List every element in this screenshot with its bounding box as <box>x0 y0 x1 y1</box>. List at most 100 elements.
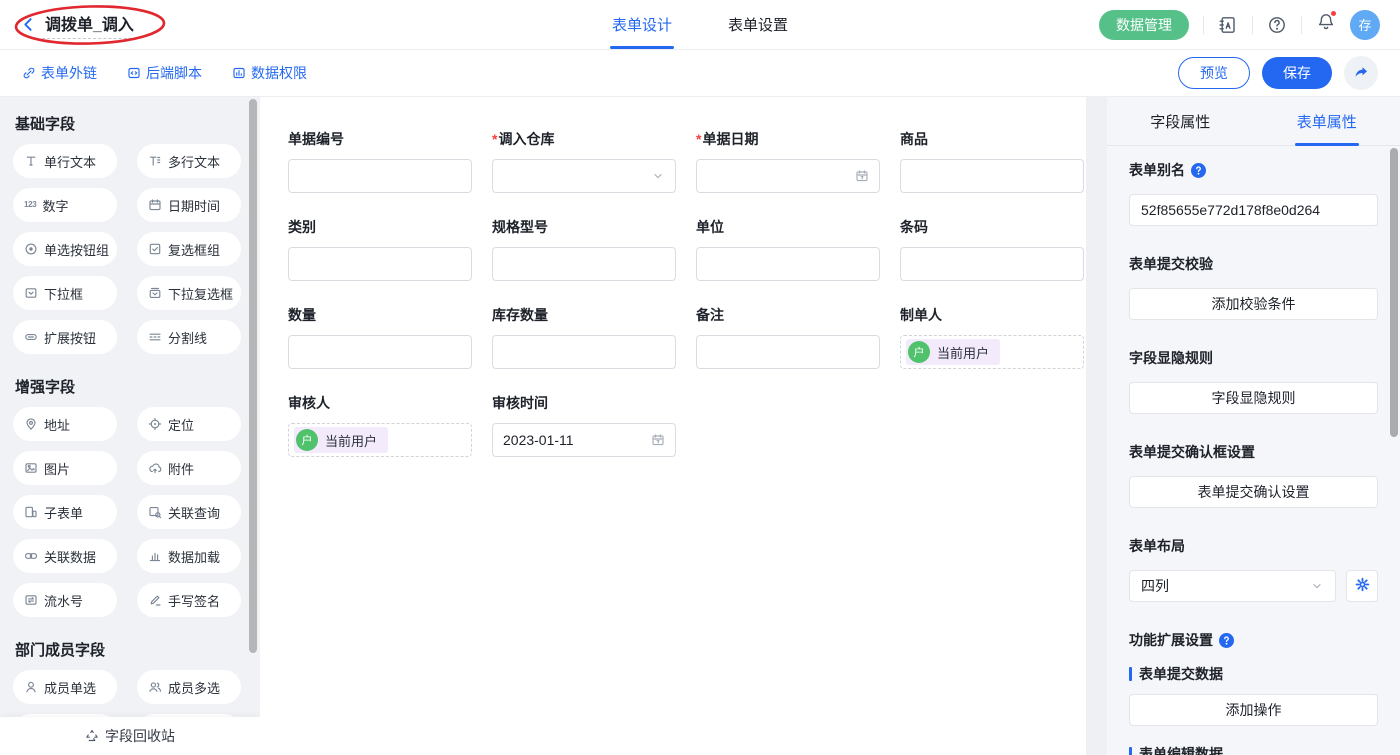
select-icon <box>24 286 38 300</box>
sidebar-item-rquery[interactable]: 关联查询 <box>137 495 241 529</box>
layout-settings-button[interactable] <box>1346 570 1378 602</box>
field-visibility-rules-button[interactable]: 字段显隐规则 <box>1129 382 1378 414</box>
sidebar-item-label: 成员单选 <box>44 678 96 697</box>
address-book-icon[interactable] <box>1218 15 1238 35</box>
blue-bar <box>1129 667 1132 681</box>
preview-button[interactable]: 预览 <box>1178 57 1250 89</box>
canvas-field[interactable]: 类别 <box>288 217 472 281</box>
field-date[interactable] <box>696 159 880 193</box>
sidebar-item-text[interactable]: 单行文本 <box>13 144 117 178</box>
sidebar-item-rdata[interactable]: 关联数据 <box>13 539 117 573</box>
page-title[interactable]: 调拨单_调入 <box>42 10 137 39</box>
field-input[interactable] <box>288 335 472 369</box>
sidebar-item-label: 关联查询 <box>168 503 220 522</box>
notification-bell-icon[interactable] <box>1316 12 1336 37</box>
sidebar-item-checkbox[interactable]: 复选框组 <box>137 232 241 266</box>
sidebar-item-calendar[interactable]: 日期时间 <box>137 188 241 222</box>
sidebar-scrollbar-thumb[interactable] <box>249 99 257 653</box>
sidebar-item-subform[interactable]: 子表单 <box>13 495 117 529</box>
notification-dot <box>1330 10 1337 17</box>
field-input[interactable] <box>492 335 676 369</box>
data-manage-button[interactable]: 数据管理 <box>1099 10 1189 40</box>
field-label: 数量 <box>288 305 472 325</box>
field-input[interactable] <box>900 159 1084 193</box>
panel-scrollbar-thumb[interactable] <box>1390 148 1398 437</box>
help-icon[interactable] <box>1191 163 1206 178</box>
tab-form-properties[interactable]: 表单属性 <box>1254 97 1400 145</box>
canvas-field[interactable]: 商品 <box>900 129 1084 193</box>
canvas-field[interactable]: 数量 <box>288 305 472 369</box>
field-label: 规格型号 <box>492 217 676 237</box>
field-user[interactable]: 户当前用户 <box>288 423 472 457</box>
sidebar-item-label: 手写签名 <box>168 591 220 610</box>
sidebar-item-capsule[interactable]: 扩展按钮 <box>13 320 117 354</box>
add-validation-button[interactable]: 添加校验条件 <box>1129 288 1378 320</box>
form-external-link[interactable]: 表单外链 <box>22 63 97 83</box>
sidebar-item-users[interactable]: 成员多选 <box>137 670 241 704</box>
sidebar-item-target[interactable]: 定位 <box>137 407 241 441</box>
field-user[interactable]: 户当前用户 <box>900 335 1084 369</box>
canvas-field[interactable]: 库存数量 <box>492 305 676 369</box>
field-input[interactable] <box>696 335 880 369</box>
sidebar-item-number[interactable]: 123数字 <box>13 188 117 222</box>
sidebar-item-cloud[interactable]: 附件 <box>137 451 241 485</box>
sidebar-item-sign[interactable]: 手写签名 <box>137 583 241 617</box>
tab-form-design[interactable]: 表单设计 <box>612 0 672 49</box>
edit-data-section: 表单编辑数据 添加操作 <box>1129 744 1378 755</box>
canvas-field[interactable]: 制单人户当前用户 <box>900 305 1084 369</box>
back-button[interactable] <box>20 16 37 33</box>
canvas-field[interactable]: 审核时间2023-01-11 <box>492 393 676 457</box>
form-alias-input[interactable]: 52f85655e772d178f8e0d264 <box>1129 194 1378 226</box>
sidebar-item-label: 子表单 <box>44 503 83 522</box>
data-permission-link[interactable]: 数据权限 <box>232 63 307 83</box>
sidebar-item-label: 下拉框 <box>44 284 83 303</box>
link-icon <box>22 66 36 80</box>
sidebar-item-divider[interactable]: 分割线 <box>137 320 241 354</box>
sidebar-item-serial[interactable]: 流水号 <box>13 583 117 617</box>
add-action-button[interactable]: 添加操作 <box>1129 694 1378 726</box>
canvas-field[interactable]: 单据编号 <box>288 129 472 193</box>
field-label: 单位 <box>696 217 880 237</box>
field-date[interactable]: 2023-01-11 <box>492 423 676 457</box>
share-button[interactable] <box>1344 56 1378 90</box>
sidebar-item-select[interactable]: 下拉框 <box>13 276 117 310</box>
tab-form-settings[interactable]: 表单设置 <box>728 0 788 49</box>
form-canvas[interactable]: 单据编号 *调入仓库 *单据日期商品类别规格型号单位条码数量库存数量备注制单人户当前… <box>260 97 1086 755</box>
field-input[interactable] <box>288 159 472 193</box>
canvas-field[interactable]: 规格型号 <box>492 217 676 281</box>
layout-select[interactable]: 四列 <box>1129 570 1336 602</box>
divider <box>1203 16 1204 34</box>
sidebar-item-chart[interactable]: 数据加载 <box>137 539 241 573</box>
canvas-field[interactable]: 审核人户当前用户 <box>288 393 472 457</box>
calendar-icon <box>855 169 869 183</box>
sidebar-item-textarea[interactable]: 多行文本 <box>137 144 241 178</box>
sidebar-item-mselect[interactable]: 下拉复选框 <box>137 276 241 310</box>
canvas-field[interactable]: 备注 <box>696 305 880 369</box>
current-user-chip: 户当前用户 <box>294 427 388 453</box>
field-select[interactable] <box>492 159 676 193</box>
chip-label: 当前用户 <box>937 343 989 362</box>
help-icon[interactable] <box>1267 15 1287 35</box>
field-input[interactable] <box>900 247 1084 281</box>
sidebar-item-image[interactable]: 图片 <box>13 451 117 485</box>
sidebar-item-radio[interactable]: 单选按钮组 <box>13 232 117 266</box>
field-input[interactable] <box>492 247 676 281</box>
tab-field-properties[interactable]: 字段属性 <box>1107 97 1254 145</box>
canvas-field[interactable]: *单据日期 <box>696 129 880 193</box>
divider-icon <box>148 330 162 344</box>
help-icon[interactable] <box>1219 633 1234 648</box>
avatar[interactable]: 存 <box>1350 10 1380 40</box>
save-button[interactable]: 保存 <box>1262 57 1332 89</box>
submit-confirm-settings-button[interactable]: 表单提交确认设置 <box>1129 476 1378 508</box>
sidebar-item-pin[interactable]: 地址 <box>13 407 117 441</box>
sidebar-item-user[interactable]: 成员单选 <box>13 670 117 704</box>
link-label: 后端脚本 <box>146 63 202 83</box>
canvas-field[interactable]: 条码 <box>900 217 1084 281</box>
backend-script-link[interactable]: 后端脚本 <box>127 63 202 83</box>
field-input[interactable] <box>696 247 880 281</box>
sidebar-item-label: 下拉复选框 <box>168 284 233 303</box>
canvas-field[interactable]: *调入仓库 <box>492 129 676 193</box>
canvas-field[interactable]: 单位 <box>696 217 880 281</box>
field-input[interactable] <box>288 247 472 281</box>
field-recycle-bin[interactable]: 字段回收站 <box>0 717 260 755</box>
